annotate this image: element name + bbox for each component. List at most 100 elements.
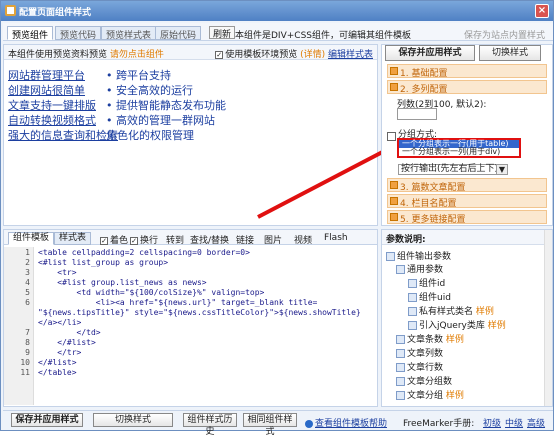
video-button[interactable]: 视频 — [294, 233, 312, 246]
help-icon — [305, 419, 313, 428]
save-to-site-link[interactable]: 保存为站点内置样式 — [464, 28, 545, 41]
columns-input[interactable] — [397, 108, 437, 120]
list-item: 文章支持一键排版 • 提供智能静态发布功能 — [8, 99, 226, 112]
footer-save-button[interactable]: 保存并应用样式 — [11, 413, 83, 427]
fm-basic-link[interactable]: 初级 — [483, 416, 501, 429]
tree-item[interactable]: 文章分组数 — [396, 374, 452, 387]
dialog-window: 配置页面组件样式 × 预览组件 预览代码 预览样式表 原始代码 刷新 本组件是D… — [0, 0, 554, 437]
code-line: <li><a href="${news.url}" target=_blank … — [38, 298, 318, 307]
flash-button[interactable]: Flash — [324, 233, 348, 243]
style-history-button[interactable]: 组件样式历史 — [183, 413, 237, 437]
use-template-label: 使用模板环境预览 — [225, 50, 298, 60]
file-icon — [408, 321, 417, 330]
colorize-toggle[interactable]: ✓ 着色 — [100, 233, 128, 246]
tree-item[interactable]: 文章行数 — [396, 360, 443, 373]
file-icon — [396, 349, 405, 358]
accordion-multi-column-config[interactable]: 2. 多列配置 — [387, 80, 547, 95]
close-button[interactable]: × — [535, 4, 549, 18]
tab-original-code[interactable]: 原始代码 — [155, 26, 202, 41]
code-line: </a></li> — [38, 318, 82, 327]
tab-preview-component[interactable]: 预览组件 — [7, 26, 54, 41]
config-icon — [390, 83, 398, 91]
use-template-checkbox[interactable]: ✓ — [215, 50, 224, 59]
list-item: 创建网站很简单 • 安全高效的运行 — [8, 84, 193, 97]
file-icon — [408, 307, 417, 316]
group-checkbox[interactable] — [387, 132, 396, 141]
params-scrollbar[interactable] — [544, 230, 552, 406]
list-item: 自动转换视频格式 • 高效的管理一群网站 — [8, 114, 215, 127]
fm-adv-link[interactable]: 高级 — [527, 416, 545, 429]
file-icon — [408, 293, 417, 302]
switch-style-button[interactable]: 切换样式 — [479, 45, 541, 61]
footer-bar: 保存并应用样式 切换样式 组件样式历史 相同组件样式 查看组件模板帮助 Free… — [3, 410, 553, 437]
config-icon — [390, 67, 398, 75]
code-line: <#list list_group as group> — [38, 258, 169, 267]
tab-preview-stylesheet[interactable]: 预览样式表 — [101, 26, 157, 41]
preview-bar: 本组件使用预览资料预览 请勿点击组件 ✓ 使用模板环境预览 (详情) 编辑样式表 — [4, 45, 377, 60]
tree-item[interactable]: 组件id — [408, 276, 445, 289]
tab-stylesheet[interactable]: 样式表 — [54, 232, 92, 245]
folder-icon — [396, 391, 405, 400]
tree-item[interactable]: 文章分组 样例 — [396, 388, 464, 401]
preview-hint: 请勿点击组件 — [109, 50, 164, 60]
folder-icon — [386, 252, 395, 261]
chevron-down-icon[interactable]: ▼ — [496, 164, 508, 175]
tree-item[interactable]: 文章条数 样例 — [396, 332, 464, 345]
refresh-button[interactable]: 刷新 — [209, 26, 236, 40]
link-button[interactable]: 链接 — [236, 233, 254, 246]
editor-toolbar: 组件模板 样式表 ✓ 着色 ✓ 换行 转到 查找/替换 链接 图片 视频 Flash — [4, 230, 377, 246]
details-link[interactable]: (详情) — [300, 50, 325, 60]
template-editor: 组件模板 样式表 ✓ 着色 ✓ 换行 转到 查找/替换 链接 图片 视频 Flash… — [3, 229, 378, 407]
title-bar: 配置页面组件样式 × — [1, 1, 553, 21]
same-style-button[interactable]: 相同组件样式 — [243, 413, 297, 437]
group-option-div[interactable]: 一个分组表示一列(用于div) — [399, 148, 519, 156]
wrap-toggle[interactable]: ✓ 换行 — [130, 233, 158, 246]
code-line: <table cellpadding=2 cellspacing=0 borde… — [38, 248, 250, 257]
list-item: 网站群管理平台 • 跨平台支持 — [8, 69, 171, 82]
code-line: </#list> — [38, 338, 96, 347]
code-line: </table> — [38, 368, 77, 377]
accordion-basic-config[interactable]: 1. 基础配置 — [387, 64, 547, 79]
accordion-column-name-config[interactable]: 4. 栏目名配置 — [387, 194, 547, 209]
tree-item[interactable]: 组件输出参数 — [386, 249, 451, 262]
params-panel: 参数说明: 组件输出参数 通用参数 组件id 组件uid 私有样式类名 样例 引… — [381, 229, 553, 407]
group-mode-select[interactable]: 一个分组表示一行(用于table) 一个分组表示一列(用于div) — [397, 138, 521, 158]
params-header: 参数说明: — [382, 230, 552, 245]
preview-list: 网站群管理平台 • 跨平台支持 创建网站很简单 • 安全高效的运行 文章支持一键排版… — [8, 67, 368, 142]
file-icon — [408, 279, 417, 288]
tree-item[interactable]: 通用参数 — [396, 262, 443, 275]
code-line: </td> — [38, 328, 101, 337]
tree-item[interactable]: 文章列数 — [396, 346, 443, 359]
config-icon — [390, 197, 398, 205]
file-icon — [396, 377, 405, 386]
tree-item[interactable]: 引入jQuery类库 样例 — [408, 318, 506, 331]
code-line: </tr> — [38, 348, 82, 357]
component-note: 本组件是DIV+CSS组件，可编辑其组件模板 — [235, 31, 411, 41]
footer-switch-button[interactable]: 切换样式 — [93, 413, 173, 427]
goto-button[interactable]: 转到 — [166, 233, 184, 246]
help-link[interactable]: 查看组件模板帮助 — [305, 416, 387, 429]
line-gutter: 1 2 3 4 5 6 7 8 9 10 11 — [4, 247, 34, 405]
tab-component-template[interactable]: 组件模板 — [8, 232, 55, 245]
folder-icon — [396, 265, 405, 274]
code-line: <tr> — [38, 268, 77, 277]
preview-label: 本组件使用预览资料预览 — [8, 50, 108, 60]
tab-preview-code[interactable]: 预览代码 — [55, 26, 102, 41]
output-order-select[interactable]: 按行输出(先左右后上下) — [398, 164, 502, 175]
config-icon — [390, 181, 398, 189]
save-apply-button[interactable]: 保存并应用样式 — [385, 45, 475, 61]
window-title: 配置页面组件样式 — [19, 8, 92, 18]
code-line: <td width="${100/colSize}%" valign=top> — [38, 288, 265, 297]
image-button[interactable]: 图片 — [264, 233, 282, 246]
fm-mid-link[interactable]: 中级 — [505, 416, 523, 429]
code-editor[interactable]: 1 2 3 4 5 6 7 8 9 10 11 <table cellpaddi… — [4, 247, 377, 405]
accordion-article-config[interactable]: 3. 篇数文章配置 — [387, 178, 547, 193]
config-icon — [390, 213, 398, 221]
tree-item[interactable]: 私有样式类名 样例 — [408, 304, 494, 317]
app-logo-icon — [5, 5, 16, 16]
freemarker-label: FreeMarker手册: — [403, 419, 475, 429]
tree-item[interactable]: 组件uid — [408, 290, 451, 303]
accordion-more-link-config[interactable]: 5. 更多链接配置 — [387, 210, 547, 225]
find-replace-button[interactable]: 查找/替换 — [190, 233, 229, 246]
edit-stylesheet-link[interactable]: 编辑样式表 — [328, 50, 373, 60]
